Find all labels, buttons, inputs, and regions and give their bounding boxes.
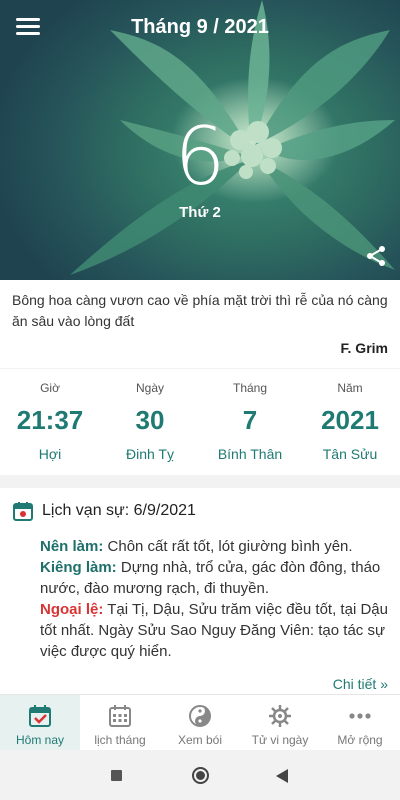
quote-text: Bông hoa càng vươn cao về phía mặt trời …: [12, 292, 388, 329]
events-body: Nên làm: Chôn cất rất tốt, lót giường bì…: [12, 536, 388, 662]
tab-more[interactable]: Mở rộng: [320, 695, 400, 750]
lunar-month-label: Tháng: [232, 381, 268, 395]
home-icon[interactable]: [192, 767, 209, 784]
lunar-hour-value: 21:37: [16, 405, 84, 435]
lunar-day: Ngày 30 Đinh Tỵ: [100, 369, 200, 475]
good-text: Chôn cất rất tốt, lót giường bình yên.: [103, 538, 353, 555]
lunar-year-label: Năm: [337, 381, 363, 395]
events-header: Lịch vạn sự: 6/9/2021: [12, 500, 388, 522]
tab-today-label: Hôm nay: [15, 733, 65, 747]
lunar-month-name: Bính Thân: [217, 446, 283, 462]
good-activities: Nên làm: Chôn cất rất tốt, lót giường bì…: [40, 536, 388, 557]
dharma-wheel-icon: [269, 705, 291, 727]
calendar-grid-icon: [109, 705, 131, 727]
lunar-hour: Giờ 21:37 Hợi: [0, 369, 100, 475]
lunar-hour-label: Giờ: [40, 381, 60, 395]
bottom-tab-bar: Hôm nay lịch tháng Xem bói Tử vi ngày Mở…: [0, 694, 400, 750]
tab-more-label: Mở rộng: [337, 733, 383, 747]
bad-activities: Kiêng làm: Dựng nhà, trổ cửa, gác đòn đô…: [40, 557, 388, 599]
more-dots-icon: [349, 713, 371, 719]
exception-label: Ngoại lệ:: [40, 601, 104, 618]
big-day-number: 6: [174, 110, 226, 203]
tab-month-label: lịch tháng: [94, 733, 146, 747]
lunar-year: Năm 2021 Tân Sửu: [300, 369, 400, 475]
events-card: Lịch vạn sự: 6/9/2021 Nên làm: Chôn cất …: [0, 488, 400, 694]
tab-daily-horoscope[interactable]: Tử vi ngày: [240, 695, 320, 750]
share-icon[interactable]: [364, 244, 388, 268]
back-icon[interactable]: [276, 769, 288, 783]
weekday-label: Thứ 2: [179, 204, 221, 221]
lunar-hour-name: Hợi: [38, 446, 62, 462]
lunar-day-value: 30: [135, 405, 165, 435]
hero-banner: Tháng 9 / 2021 6 Thứ 2: [0, 0, 400, 280]
tab-fortune[interactable]: Xem bói: [160, 695, 240, 750]
tab-month-calendar[interactable]: lịch tháng: [80, 695, 160, 750]
month-title: Tháng 9 / 2021: [131, 16, 269, 38]
lunar-day-label: Ngày: [135, 381, 164, 395]
lunar-day-name: Đinh Tỵ: [126, 446, 174, 462]
exception-activities: Ngoại lệ: Tại Tị, Dậu, Sửu trăm việc đều…: [40, 599, 388, 662]
details-link[interactable]: Chi tiết »: [333, 676, 388, 692]
bad-label: Kiêng làm:: [40, 559, 117, 576]
system-navigation-bar: [0, 750, 400, 800]
quote-card: Bông hoa càng vươn cao về phía mặt trời …: [0, 280, 400, 368]
good-label: Nên làm:: [40, 538, 104, 555]
tab-horoscope-label: Tử vi ngày: [251, 733, 309, 747]
calendar-check-icon: [29, 705, 51, 727]
lunar-info: Giờ 21:37 Hợi Ngày 30 Đinh Tỵ Tháng 7 Bí…: [0, 369, 400, 475]
tab-today[interactable]: Hôm nay: [0, 695, 80, 750]
events-title: Lịch vạn sự: 6/9/2021: [42, 502, 196, 519]
recent-apps-icon[interactable]: [111, 770, 122, 781]
yin-yang-icon: [189, 705, 211, 727]
lunar-month: Tháng 7 Bính Thân: [200, 369, 300, 475]
lunar-month-value: 7: [242, 405, 258, 435]
calendar-icon: [13, 502, 33, 521]
quote-author: F. Grim: [340, 340, 388, 356]
lunar-year-name: Tân Sửu: [322, 446, 378, 462]
lunar-year-value: 2021: [321, 405, 379, 435]
tab-fortune-label: Xem bói: [177, 733, 223, 747]
